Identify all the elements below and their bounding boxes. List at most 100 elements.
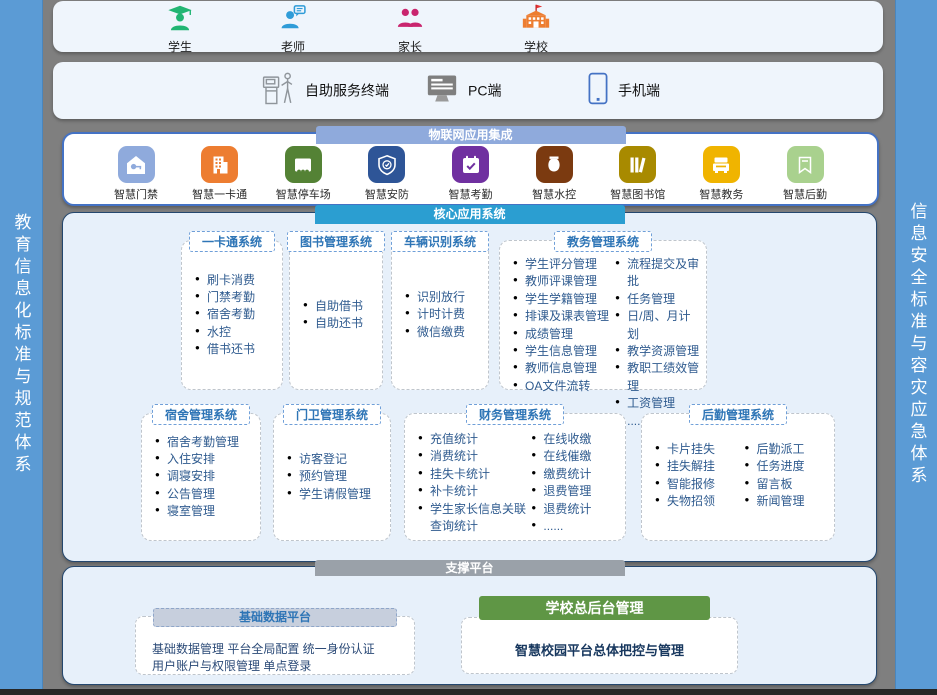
card-title: 图书管理系统 bbox=[287, 231, 385, 252]
terminal-label: 自助服务终端 bbox=[305, 81, 389, 101]
card-title: 后勤管理系统 bbox=[689, 404, 787, 425]
list-item: 访客登记 bbox=[287, 451, 386, 468]
list-item: 学生请假管理 bbox=[287, 486, 386, 503]
list-item: 留言板 bbox=[745, 476, 831, 493]
parking-icon bbox=[285, 146, 322, 183]
list-item: 调寝安排 bbox=[155, 468, 256, 485]
card-library-system: 图书管理系统 自助借书 自助还书 bbox=[289, 240, 383, 390]
card-building-icon bbox=[201, 146, 238, 183]
iot-label: 智慧教务 bbox=[699, 186, 743, 202]
list-item: 计时计费 bbox=[405, 306, 484, 323]
support-section-title: 支撑平台 bbox=[315, 560, 625, 576]
user-teacher: 老师 bbox=[253, 4, 333, 55]
door-access-icon bbox=[118, 146, 155, 183]
water-control-icon bbox=[536, 146, 573, 183]
card-title: 宿舍管理系统 bbox=[152, 404, 250, 425]
list-item: 流程提交及审批 bbox=[615, 256, 702, 291]
card-title: 门卫管理系统 bbox=[283, 404, 381, 425]
list-item: 卡片挂失 bbox=[655, 441, 741, 458]
iot-label: 智慧考勤 bbox=[449, 186, 493, 202]
attendance-calendar-icon bbox=[452, 146, 489, 183]
school-icon bbox=[521, 4, 551, 37]
right-pillar-label: 信息安全标准与容灾应急体系 bbox=[905, 202, 930, 488]
list-item: 教师评课管理 bbox=[513, 273, 611, 290]
iot-item-onecard: 智慧一卡通 bbox=[182, 146, 258, 202]
list-item: 学生评分管理 bbox=[513, 256, 611, 273]
iot-label: 智慧一卡通 bbox=[192, 186, 247, 202]
card-academic-system: 教务管理系统 学生评分管理 教师评课管理 学生学籍管理 排课及课表管理 成绩管理… bbox=[499, 240, 707, 390]
user-school: 学校 bbox=[496, 4, 576, 55]
list-item: 失物招领 bbox=[655, 493, 741, 510]
list-item: 任务管理 bbox=[615, 291, 702, 308]
terminals-panel: 自助服务终端 PC端 手机端 bbox=[53, 62, 883, 119]
core-section-title: 核心应用系统 bbox=[315, 205, 625, 224]
list-item: 识别放行 bbox=[405, 289, 484, 306]
iot-item-water: 智慧水控 bbox=[516, 146, 592, 202]
list-item: 挂失卡统计 bbox=[418, 466, 527, 483]
list-item: 智能报修 bbox=[655, 476, 741, 493]
library-books-icon bbox=[619, 146, 656, 183]
iot-label: 智慧安防 bbox=[365, 186, 409, 202]
school-admin-title: 学校总后台管理 bbox=[479, 596, 710, 620]
list-item: 补卡统计 bbox=[418, 483, 527, 500]
list-item: 教师信息管理 bbox=[513, 360, 611, 377]
terminal-pc: PC端 bbox=[425, 73, 501, 108]
edu-affairs-icon bbox=[703, 146, 740, 183]
list-item: 借书还书 bbox=[195, 341, 278, 358]
user-label: 家长 bbox=[398, 38, 422, 55]
iot-item-door-access: 智慧门禁 bbox=[98, 146, 174, 202]
list-item: 退费管理 bbox=[531, 483, 621, 500]
list-item: 教职工绩效管理 bbox=[615, 360, 702, 395]
list-item: 在线催缴 bbox=[531, 448, 621, 465]
list-item: 排课及课表管理 bbox=[513, 308, 611, 325]
user-label: 学校 bbox=[524, 38, 548, 55]
list-item: 宿舍考勤 bbox=[195, 306, 278, 323]
list-item: 消费统计 bbox=[418, 448, 527, 465]
list-item: 日/周、月计划 bbox=[615, 308, 702, 343]
list-item: 寝室管理 bbox=[155, 503, 256, 520]
card-title: 财务管理系统 bbox=[466, 404, 564, 425]
list-item: 水控 bbox=[195, 324, 278, 341]
list-item: 公告管理 bbox=[155, 486, 256, 503]
list-item: ...... bbox=[531, 518, 621, 535]
iot-label: 智慧门禁 bbox=[114, 186, 158, 202]
list-item: OA文件流转 bbox=[513, 378, 611, 395]
card-title: 教务管理系统 bbox=[554, 231, 652, 252]
iot-label: 智慧图书馆 bbox=[610, 186, 665, 202]
list-item: 学生家长信息关联查询统计 bbox=[418, 501, 527, 536]
iot-item-parking: 智慧停车场 bbox=[265, 146, 341, 202]
logistics-icon bbox=[787, 146, 824, 183]
card-dorm-system: 宿舍管理系统 宿舍考勤管理 入住安排 调寝安排 公告管理 寝室管理 bbox=[141, 413, 261, 541]
left-standards-pillar: 教育信息化标准与规范体系 bbox=[0, 0, 43, 690]
list-item: 预约管理 bbox=[287, 468, 386, 485]
school-admin-card: 智慧校园平台总体把控与管理 bbox=[461, 617, 738, 674]
iot-section-title: 物联网应用集成 bbox=[316, 126, 626, 144]
list-item: 宿舍考勤管理 bbox=[155, 434, 256, 451]
left-pillar-label: 教育信息化标准与规范体系 bbox=[9, 213, 34, 477]
list-item: 刷卡消费 bbox=[195, 272, 278, 289]
base-data-platform-title: 基础数据平台 bbox=[153, 608, 397, 627]
list-item: 微信缴费 bbox=[405, 324, 484, 341]
card-vehicle-system: 车辆识别系统 识别放行 计时计费 微信缴费 bbox=[391, 240, 489, 390]
user-label: 老师 bbox=[281, 38, 305, 55]
iot-label: 智慧停车场 bbox=[276, 186, 331, 202]
terminal-label: PC端 bbox=[468, 81, 501, 101]
list-item: 充值统计 bbox=[418, 431, 527, 448]
list-item: 挂失解挂 bbox=[655, 458, 741, 475]
list-item: 后勤派工 bbox=[745, 441, 831, 458]
iot-item-attendance: 智慧考勤 bbox=[433, 146, 509, 202]
iot-icon-row: 智慧门禁 智慧一卡通 智慧停车场 智慧安防 bbox=[64, 134, 877, 202]
student-icon bbox=[166, 4, 194, 37]
parents-icon bbox=[396, 4, 424, 37]
list-item: 门禁考勤 bbox=[195, 289, 278, 306]
terminal-label: 手机端 bbox=[618, 81, 660, 101]
iot-item-logistics: 智慧后勤 bbox=[767, 146, 843, 202]
iot-label: 智慧水控 bbox=[532, 186, 576, 202]
user-roles-panel: 学生 老师 家长 学校 bbox=[53, 1, 883, 52]
core-systems-section: 核心应用系统 一卡通系统 刷卡消费 门禁考勤 宿舍考勤 水控 借书还书 图书管理… bbox=[62, 212, 877, 562]
user-label: 学生 bbox=[168, 38, 192, 55]
bottom-edge-strip bbox=[0, 689, 937, 695]
list-item: 成绩管理 bbox=[513, 326, 611, 343]
card-gatekeeper-system: 门卫管理系统 访客登记 预约管理 学生请假管理 bbox=[273, 413, 391, 541]
card-logistics-system: 后勤管理系统 卡片挂失 挂失解挂 智能报修 失物招领 后勤派工 任务进度 留言板… bbox=[641, 413, 835, 541]
